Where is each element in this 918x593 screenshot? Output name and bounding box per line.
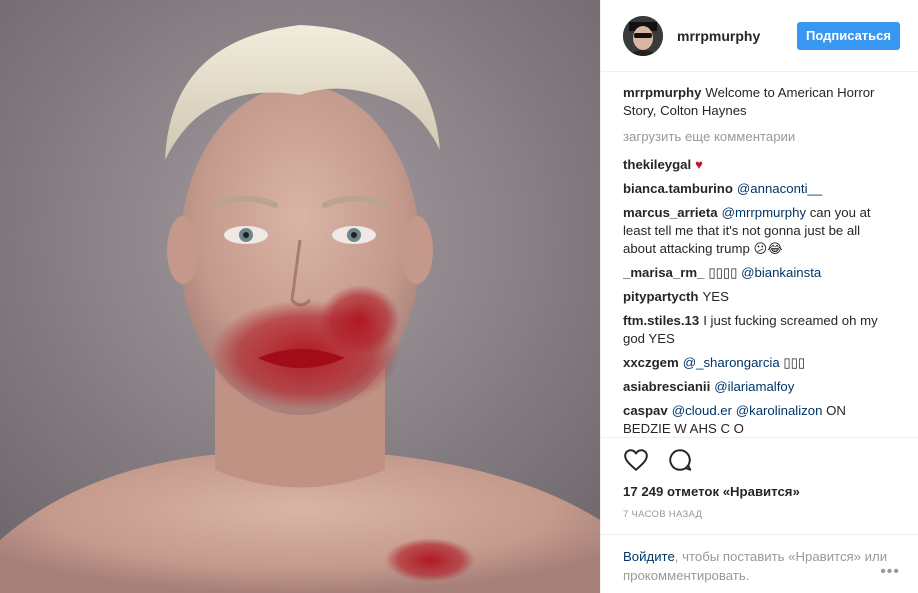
comment-author-link[interactable]: xxczgem [623, 355, 679, 370]
load-more-comments-link[interactable]: загрузить еще комментарии [623, 128, 896, 146]
heart-outline-icon[interactable] [623, 447, 649, 473]
likes-count[interactable]: 17 249 отметок «Нравится» [623, 484, 896, 499]
comment-item: xxczgem @_sharongarcia ▯▯▯ [623, 354, 896, 372]
comment-item: asiabrescianii @ilariamalfoy [623, 378, 896, 396]
mention-link[interactable]: @annaconti__ [737, 181, 822, 196]
comment-text: ▯▯▯▯ [708, 265, 742, 280]
comment-author-link[interactable]: pitypartycth [623, 289, 698, 304]
comment-author-link[interactable]: marcus_arrieta [623, 205, 718, 220]
comment-item: bianca.tamburino @annaconti__ [623, 180, 896, 198]
action-icons [623, 438, 896, 482]
speech-bubble-icon[interactable] [667, 447, 693, 473]
comment-author-link[interactable]: caspav [623, 403, 668, 418]
mention-link[interactable]: @ilariamalfoy [714, 379, 794, 394]
post-sidebar: mrrpmurphy Подписаться mrrpmurphy Welcome… [600, 0, 918, 593]
post-actions: 17 249 отметок «Нравится» 7 часов назад [601, 437, 918, 534]
comment-item: _marisa_rm_ ▯▯▯▯ @biankainsta [623, 264, 896, 282]
mention-link[interactable]: @karolinalizon [736, 403, 823, 418]
mention-link[interactable]: @biankainsta [741, 265, 821, 280]
avatar-image [623, 15, 663, 56]
login-link[interactable]: Войдите [623, 549, 675, 564]
comment-item: thekileygal ♥ [623, 156, 896, 174]
comment-item: ftm.stiles.13 I just fucking screamed oh … [623, 312, 896, 348]
comment-author-link[interactable]: ftm.stiles.13 [623, 313, 699, 328]
caption-author-link[interactable]: mrrpmurphy [623, 85, 701, 100]
post-photo[interactable] [0, 0, 600, 593]
comment-text: ▯▯▯ [779, 355, 806, 370]
comment-text: YES [702, 289, 729, 304]
mention-link[interactable]: @_sharongarcia [683, 355, 780, 370]
mention-link[interactable]: @mrrpmurphy [722, 205, 806, 220]
comment-item: caspav @cloud.er @karolinalizon ON BEDZIE… [623, 402, 896, 437]
heart-emoji: ♥ [695, 157, 704, 172]
post-timestamp[interactable]: 7 часов назад [623, 509, 896, 534]
username-link[interactable]: mrrpmurphy [677, 28, 797, 44]
comment-author-link[interactable]: _marisa_rm_ [623, 265, 704, 280]
comment-author-link[interactable]: asiabrescianii [623, 379, 710, 394]
post-view: mrrpmurphy Подписаться mrrpmurphy Welcome… [0, 0, 918, 593]
comment-item: pitypartycth YES [623, 288, 896, 306]
login-prompt: Войдите, чтобы поставить «Нравится» или … [601, 534, 918, 593]
post-header: mrrpmurphy Подписаться [601, 0, 918, 72]
comment-item: marcus_arrieta @mrrpmurphy can you at lea… [623, 204, 896, 258]
post-caption: mrrpmurphy Welcome to American Horror Sto… [623, 84, 896, 120]
comments-container: thekileygal ♥ bianca.tamburino @annaconti__… [623, 156, 896, 437]
follow-button[interactable]: Подписаться [796, 21, 900, 50]
comment-author-link[interactable]: bianca.tamburino [623, 181, 733, 196]
comment-author-link[interactable]: thekileygal [623, 157, 691, 172]
portrait-image [0, 0, 600, 593]
mention-link[interactable]: @cloud.er [672, 403, 732, 418]
more-options-icon[interactable]: ••• [880, 564, 900, 580]
avatar[interactable] [623, 15, 663, 56]
comment-list: mrrpmurphy Welcome to American Horror Sto… [601, 72, 918, 437]
